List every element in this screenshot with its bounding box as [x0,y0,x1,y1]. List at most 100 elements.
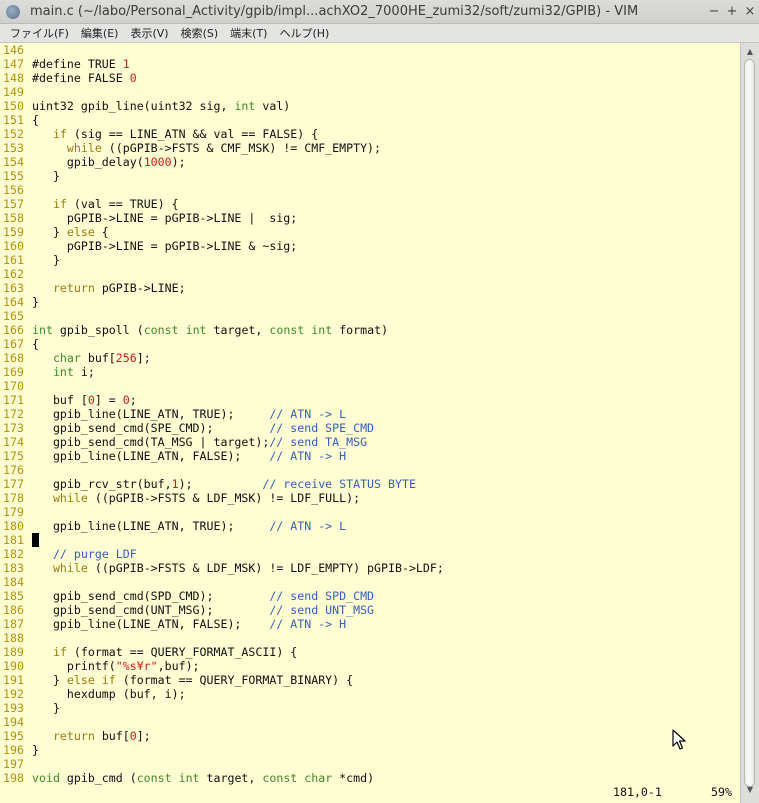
vertical-scrollbar[interactable]: ▲ ▼ [740,43,759,803]
menu-help[interactable]: ヘルプ(H) [273,25,335,41]
line-number: 198 [3,771,24,785]
scroll-percent: 59% [711,785,732,799]
code-token: (format == QUERY_FORMAT_ASCII) { [66,645,298,659]
code-token: hexdump (buf, i); [32,687,186,701]
code-line: 156 [3,183,444,197]
line-number: 147 [3,57,24,71]
code-token: pGPIB->LINE; [94,281,186,295]
code-token: gpib_rcv_str(buf, [32,477,172,491]
maximize-button[interactable]: + [723,4,741,19]
code-line: 189 if (format == QUERY_FORMAT_ASCII) { [3,645,444,659]
code-token: val) [255,99,291,113]
code-token: char [52,351,81,365]
code-token: printf( [32,659,116,673]
code-token: } [32,673,67,687]
code-token: if [52,645,67,659]
vim-app-icon [6,4,20,19]
scrollbar-thumb[interactable] [744,59,755,787]
code-token: ]; [136,729,151,743]
cursor-position: 181,0-1 [613,785,662,799]
line-number: 172 [3,407,24,421]
line-number: 146 [3,43,24,57]
code-token: int [32,323,53,337]
line-number: 196 [3,743,24,757]
code-token: 256 [115,351,137,365]
line-number: 154 [3,155,24,169]
line-number: 160 [3,239,24,253]
code-token: ] = [94,393,123,407]
code-token: ((pGPIB->FSTS & LDF_MSK) != LDF_EMPTY) p… [87,561,444,575]
code-token: gpib_line(LINE_ATN, TRUE); [32,519,270,533]
line-number: 195 [3,729,24,743]
menu-search[interactable]: 検索(S) [175,25,225,41]
line-number: 165 [3,309,24,323]
code-line: 175 gpib_line(LINE_ATN, FALSE); // ATN -… [3,449,444,463]
menu-terminal[interactable]: 端末(T) [224,25,273,41]
line-number: 176 [3,463,24,477]
scroll-up-arrow-icon[interactable]: ▲ [741,45,759,59]
minimize-button[interactable]: − [705,4,723,19]
code-line: 170 [3,379,444,393]
line-number: 158 [3,211,24,225]
line-number: 181 [3,533,24,547]
code-token: const [269,323,305,337]
code-token: ((pGPIB->FSTS & CMF_MSK) != CMF_EMPTY); [101,141,382,155]
line-number: 180 [3,519,24,533]
line-number: 151 [3,113,24,127]
code-token: const [143,323,179,337]
code-token: 0 [122,393,130,407]
code-token: // send SPE_CMD [269,421,375,435]
code-line: 196} [3,743,444,757]
code-token: ); [171,155,186,169]
code-line: 190 printf("%s¥r",buf); [3,659,444,673]
line-number: 168 [3,351,24,365]
line-number: 169 [3,365,24,379]
code-line: 183 while ((pGPIB->FSTS & LDF_MSK) != LD… [3,561,444,575]
code-token: (val == TRUE) { [66,197,179,211]
code-token: // ATN -> L [269,407,347,421]
line-number: 188 [3,631,24,645]
scroll-down-arrow-icon[interactable]: ▼ [741,783,759,797]
code-token: i; [73,365,95,379]
menu-edit[interactable]: 編集(E) [75,25,125,41]
code-token: ((pGPIB->FSTS & LDF_MSK) != LDF_FULL); [87,491,361,505]
code-token: #define FALSE [32,71,130,85]
code-token: // ATN -> H [269,449,347,463]
close-button[interactable]: × [741,4,759,19]
code-token: } [32,253,60,267]
code-line: 181 [3,533,444,547]
code-line: 159 } else { [3,225,444,239]
line-number: 148 [3,71,24,85]
code-token: pGPIB->LINE = pGPIB->LINE | sig; [32,211,298,225]
code-line: 153 while ((pGPIB->FSTS & CMF_MSK) != CM… [3,141,444,155]
code-token: 1 [122,57,130,71]
code-token: target, [199,771,263,785]
code-line: 146 [3,43,444,57]
code-token: } [32,743,39,757]
code-line: 178 while ((pGPIB->FSTS & LDF_MSK) != LD… [3,491,444,505]
menu-file[interactable]: ファイル(F) [0,25,75,41]
code-token: return [52,729,95,743]
code-line: 192 hexdump (buf, i); [3,687,444,701]
window-titlebar[interactable]: main.c (~/labo/Personal_Activity/gpib/im… [0,0,759,24]
menu-view[interactable]: 表示(V) [124,25,174,41]
code-line: 157 if (val == TRUE) { [3,197,444,211]
code-token: gpib_delay( [32,155,144,169]
line-number: 161 [3,253,24,267]
code-token: int [311,323,333,337]
code-token: int [178,771,200,785]
line-number: 189 [3,645,24,659]
line-number: 186 [3,603,24,617]
line-number: 175 [3,449,24,463]
line-number: 159 [3,225,24,239]
code-token: ); [178,477,263,491]
line-number: 155 [3,169,24,183]
code-editor[interactable]: 146 147 #define TRUE 1 148 #define FALSE 0 14… [0,43,740,803]
code-token: // ATN -> H [269,617,347,631]
code-line: 165 [3,309,444,323]
